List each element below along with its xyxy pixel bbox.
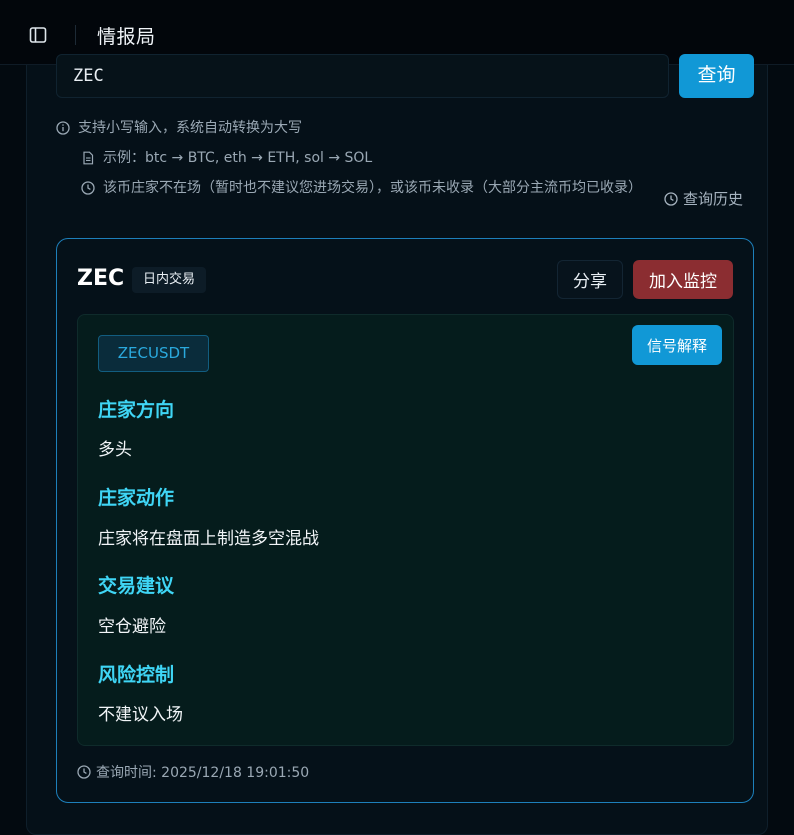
section-value-action: 庄家将在盘面上制造多空混战	[98, 529, 319, 549]
query-time-text: 查询时间: 2025/12/18 19:01:50	[96, 765, 310, 781]
section-value-direction: 多头	[98, 440, 132, 460]
app-title: 情报局	[97, 26, 156, 48]
hint-info-text: 支持小写输入，系统自动转换为大写	[78, 120, 302, 136]
section-heading-advice: 交易建议	[98, 575, 175, 597]
add-monitor-button[interactable]: 加入监控	[633, 260, 733, 299]
share-button[interactable]: 分享	[557, 260, 623, 299]
document-icon	[81, 151, 95, 165]
hint-example-text: 示例：btc → BTC, eth → ETH, sol → SOL	[103, 150, 373, 166]
clock-icon	[77, 765, 91, 779]
result-card: ZEC 日内交易 分享 加入监控 ZECUSDT 信号解释 庄家方向 多头 庄家…	[56, 238, 754, 803]
clock-icon	[664, 191, 678, 206]
info-icon	[56, 121, 70, 135]
section-heading-direction: 庄家方向	[98, 399, 175, 421]
hint-info: 支持小写输入，系统自动转换为大写	[56, 118, 302, 138]
section-heading-action: 庄家动作	[98, 487, 175, 509]
clock-icon	[81, 181, 95, 195]
signal-explain-button[interactable]: 信号解释	[632, 325, 722, 365]
hint-warning-text: 该币庄家不在场（暂时也不建议您进场交易），或该币未收录（大部分主流币均已收录）	[103, 180, 642, 196]
section-value-risk: 不建议入场	[98, 705, 183, 725]
history-link[interactable]: 查询历史	[664, 188, 743, 209]
signal-box: ZECUSDT 信号解释 庄家方向 多头 庄家动作 庄家将在盘面上制造多空混战 …	[77, 314, 734, 746]
query-button[interactable]: 查询	[679, 54, 754, 98]
section-value-advice: 空仓避险	[98, 617, 166, 637]
hint-example: 示例：btc → BTC, eth → ETH, sol → SOL	[81, 148, 372, 168]
history-label: 查询历史	[683, 190, 744, 208]
sidebar-toggle-icon[interactable]	[26, 23, 50, 47]
search-input[interactable]	[56, 54, 669, 98]
mode-badge: 日内交易	[132, 267, 207, 293]
hint-warning: 该币庄家不在场（暂时也不建议您进场交易），或该币未收录（大部分主流币均已收录）	[81, 178, 651, 198]
section-heading-risk: 风险控制	[98, 664, 175, 686]
pair-tag: ZECUSDT	[98, 335, 209, 372]
query-time: 查询时间: 2025/12/18 19:01:50	[77, 762, 309, 782]
topbar-divider	[75, 25, 76, 45]
symbol-title: ZEC	[77, 266, 125, 291]
